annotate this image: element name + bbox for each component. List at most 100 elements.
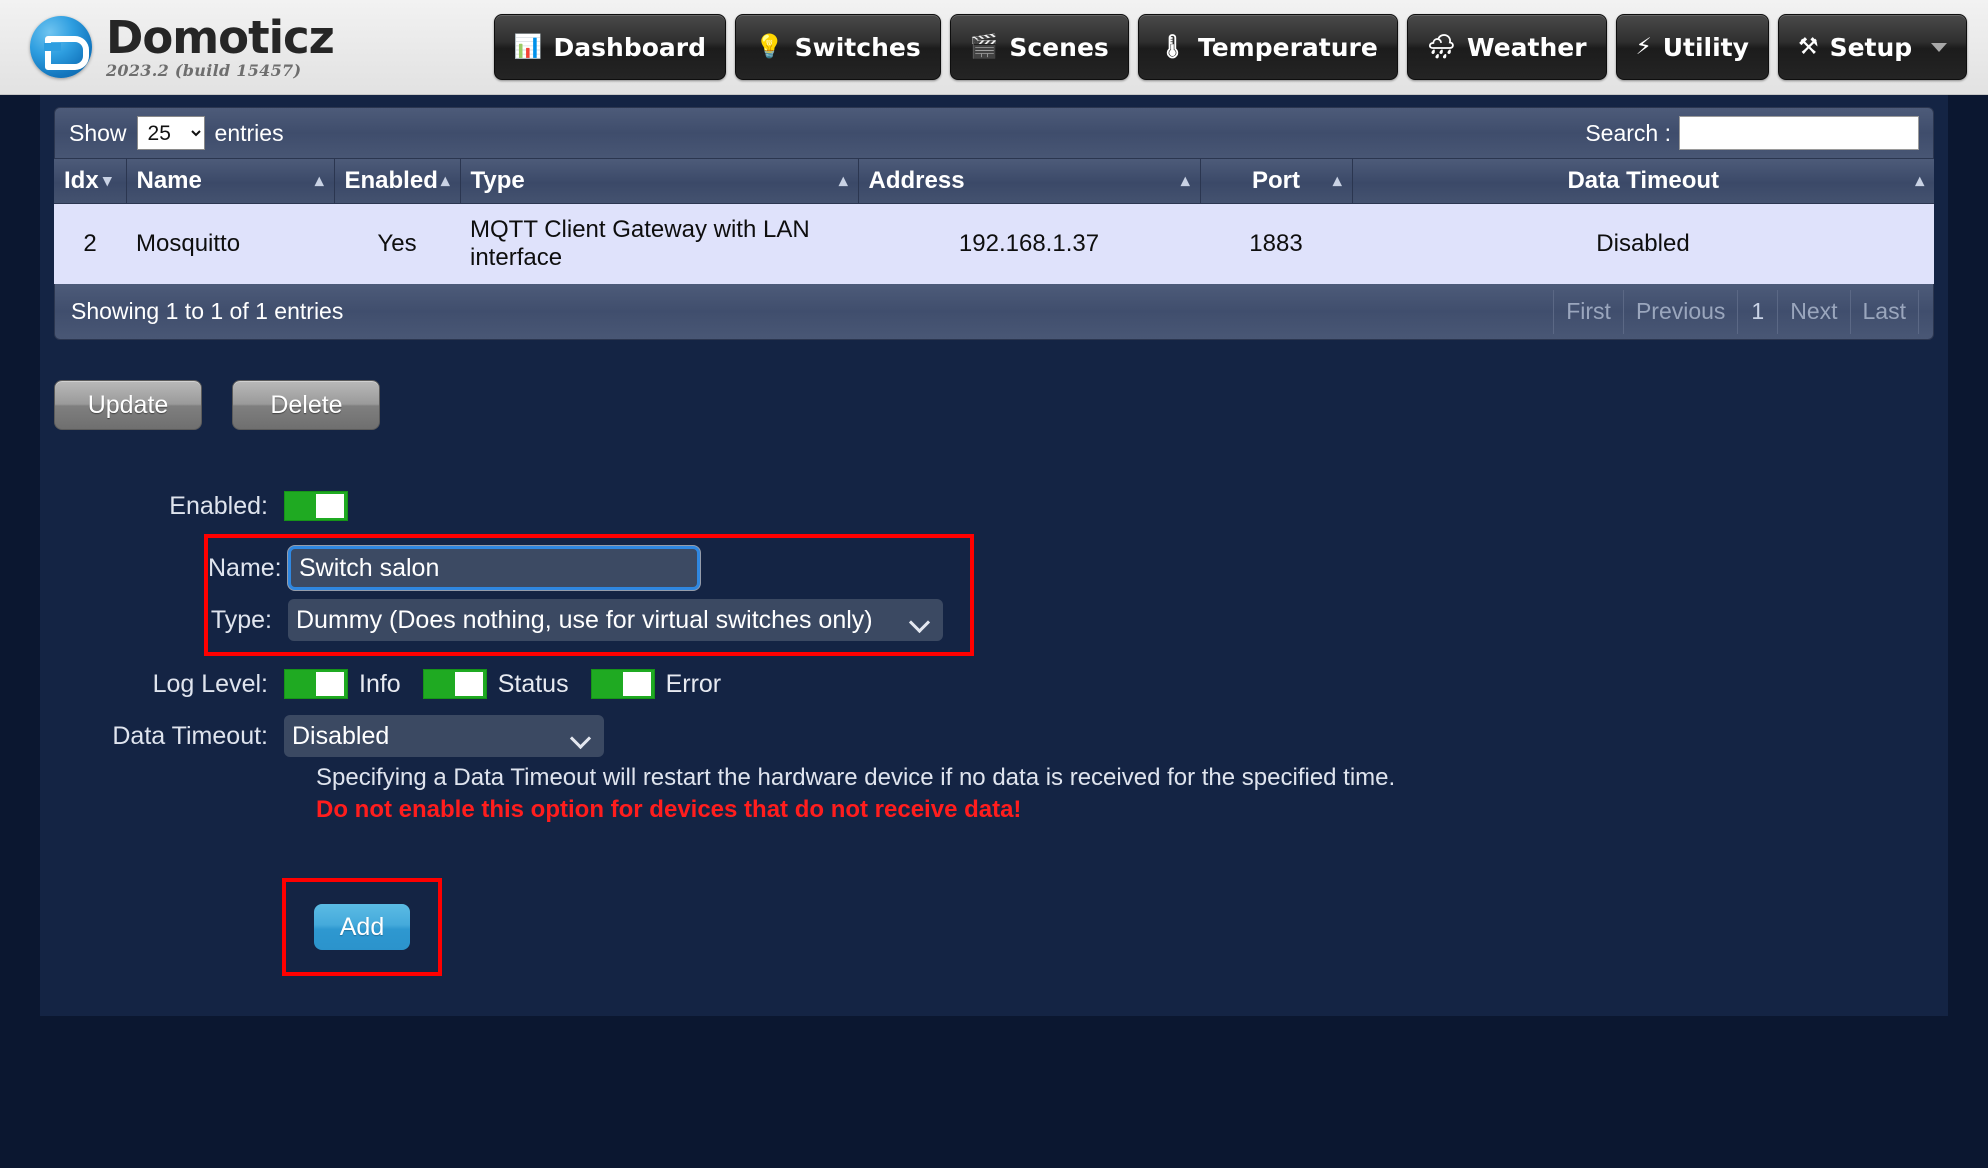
nav-tab-dashboard[interactable]: 📊 Dashboard: [493, 14, 726, 80]
hardware-panel: Show 25 10 50 100 entries Search :: [40, 95, 1948, 1016]
pagination-last[interactable]: Last: [1849, 289, 1919, 334]
log-level-info-toggle[interactable]: [284, 669, 348, 699]
log-level-status: Status: [422, 669, 591, 699]
pagination-page-1[interactable]: 1: [1737, 289, 1777, 334]
update-button[interactable]: Update: [54, 380, 202, 430]
log-level-row: Log Level: Info Status Error: [54, 662, 1934, 706]
sort-desc-icon: ▾: [102, 171, 112, 190]
main-navigation: 📊 Dashboard 💡 Switches 🎬 Scenes 🌡 Temper…: [493, 14, 1968, 80]
show-label: Show: [69, 119, 127, 146]
sort-asc-icon: ▴: [1180, 171, 1190, 190]
delete-button[interactable]: Delete: [232, 380, 381, 430]
sort-asc-icon: ▴: [1332, 171, 1342, 190]
column-label-data-timeout: Data Timeout: [1567, 167, 1720, 194]
hardware-table-card: Show 25 10 50 100 entries Search :: [40, 95, 1948, 354]
log-level-error-label: Error: [665, 669, 722, 698]
cell-data-timeout: Disabled: [1352, 203, 1934, 284]
datatable-footer: Showing 1 to 1 of 1 entries First Previo…: [54, 284, 1934, 340]
nav-tab-scenes-label: Scenes: [1009, 32, 1109, 62]
cell-type: MQTT Client Gateway with LAN interface: [460, 203, 858, 284]
page-body: Show 25 10 50 100 entries Search :: [0, 95, 1988, 1016]
nav-tab-weather[interactable]: 🌧 Weather: [1406, 14, 1607, 80]
nav-tab-temperature[interactable]: 🌡 Temperature: [1137, 14, 1398, 80]
domoticz-logo-icon: [30, 16, 92, 78]
data-timeout-label: Data Timeout:: [112, 721, 268, 750]
column-header-type[interactable]: Type ▴: [460, 159, 859, 204]
data-timeout-warning: Do not enable this option for devices th…: [316, 796, 1022, 823]
table-row[interactable]: 2 Mosquitto Yes MQTT Client Gateway with…: [54, 203, 1934, 284]
toggle-knob: [316, 672, 344, 696]
datatable-toolbar: Show 25 10 50 100 entries Search :: [54, 107, 1934, 159]
lightbulb-icon: 💡: [755, 33, 784, 60]
nav-tab-dashboard-label: Dashboard: [553, 32, 706, 62]
sort-asc-icon: ▴: [838, 171, 848, 190]
table-header-row: Idx ▾ Name ▴ Enabled ▴ Type ▴ Address ▴ …: [54, 159, 1934, 204]
hardware-form: Enabled: Name: Type: Dummy (Does nothing…: [40, 458, 1948, 1016]
log-level-status-toggle[interactable]: [422, 669, 487, 699]
sort-asc-icon: ▴: [440, 171, 450, 190]
nav-tab-switches-label: Switches: [794, 32, 921, 62]
name-input[interactable]: [288, 546, 700, 590]
record-actions: Update Delete: [40, 354, 1948, 458]
nav-tab-switches[interactable]: 💡 Switches: [735, 14, 941, 80]
toggle-knob: [454, 672, 483, 696]
type-select[interactable]: Dummy (Does nothing, use for virtual swi…: [288, 599, 943, 641]
highlight-box-name-type: Name: Type: Dummy (Does nothing, use for…: [204, 534, 974, 656]
cell-name: Mosquitto: [126, 203, 334, 284]
nav-tab-setup-label: Setup: [1829, 32, 1913, 62]
hardware-table: Idx ▾ Name ▴ Enabled ▴ Type ▴ Address ▴ …: [54, 159, 1934, 284]
enabled-row: Enabled:: [54, 484, 1934, 528]
column-label-port: Port: [1252, 167, 1300, 194]
toggle-knob: [622, 672, 651, 696]
clapperboard-icon: 🎬: [969, 33, 999, 60]
tools-icon: ⚒: [1797, 33, 1819, 60]
page-length-control: Show 25 10 50 100 entries: [69, 116, 284, 150]
pagination-next[interactable]: Next: [1777, 289, 1849, 334]
search-control: Search :: [1585, 116, 1919, 150]
column-header-port[interactable]: Port ▴: [1200, 159, 1353, 204]
type-label: Type:: [210, 605, 272, 634]
log-level-label: Log Level:: [152, 669, 268, 698]
column-header-idx[interactable]: Idx ▾: [54, 159, 127, 204]
type-select-wrapper: Dummy (Does nothing, use for virtual swi…: [288, 599, 943, 641]
log-level-error: Error: [590, 669, 744, 699]
data-timeout-select[interactable]: Disabled: [284, 715, 604, 757]
data-timeout-row: Data Timeout: Disabled: [54, 714, 1934, 758]
nav-tab-utility[interactable]: ⚡ Utility: [1615, 14, 1769, 80]
pagination-first[interactable]: First: [1553, 289, 1623, 334]
cell-enabled: Yes: [334, 203, 460, 284]
chevron-down-icon: [1931, 42, 1948, 52]
column-label-type: Type: [470, 167, 525, 194]
log-level-status-label: Status: [497, 669, 569, 698]
nav-tab-setup[interactable]: ⚒ Setup: [1777, 14, 1968, 80]
data-timeout-select-wrapper: Disabled: [284, 715, 604, 757]
cell-address: 192.168.1.37: [858, 203, 1200, 284]
type-row: Type: Dummy (Does nothing, use for virtu…: [208, 598, 970, 642]
brand: Domoticz 2023.2 (build 15457): [0, 15, 335, 80]
cell-idx: 2: [54, 203, 126, 284]
brand-version: 2023.2 (build 15457): [106, 61, 302, 80]
search-label: Search :: [1585, 119, 1671, 146]
rain-cloud-icon: 🌧: [1426, 33, 1457, 60]
add-button[interactable]: Add: [314, 904, 410, 950]
hardware-table-head: Idx ▾ Name ▴ Enabled ▴ Type ▴ Address ▴ …: [54, 159, 1934, 204]
column-header-name[interactable]: Name ▴: [126, 159, 335, 204]
search-input[interactable]: [1679, 116, 1919, 150]
enabled-toggle[interactable]: [284, 491, 348, 521]
data-timeout-hint: Specifying a Data Timeout will restart t…: [316, 764, 1396, 791]
log-level-error-toggle[interactable]: [590, 669, 655, 699]
column-header-enabled[interactable]: Enabled ▴: [334, 159, 461, 204]
top-header-bar: Domoticz 2023.2 (build 15457) 📊 Dashboar…: [0, 0, 1988, 95]
page-length-select[interactable]: 25 10 50 100: [136, 116, 205, 150]
nav-tab-scenes[interactable]: 🎬 Scenes: [949, 14, 1129, 80]
datatable-info: Showing 1 to 1 of 1 entries: [71, 298, 344, 324]
column-label-name: Name: [136, 167, 202, 194]
nav-tab-weather-label: Weather: [1467, 32, 1587, 62]
pagination-previous[interactable]: Previous: [1622, 289, 1737, 334]
column-header-address[interactable]: Address ▴: [858, 159, 1201, 204]
log-level-toggles: Info Status Error: [284, 669, 743, 699]
column-label-enabled: Enabled: [344, 167, 438, 194]
column-header-data-timeout[interactable]: Data Timeout ▴: [1352, 159, 1934, 204]
highlight-box-add: Add: [282, 878, 442, 976]
dashboard-icon: 📊: [513, 33, 543, 60]
